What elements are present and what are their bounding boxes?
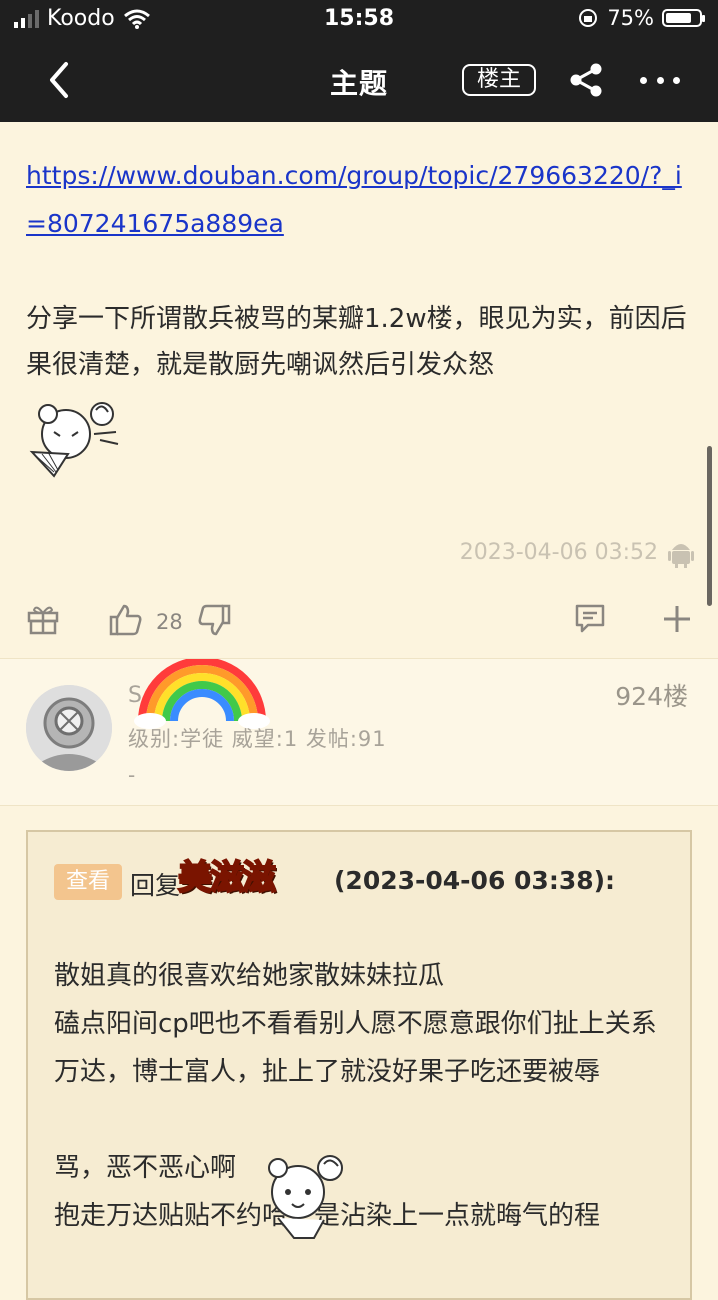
quote-line: 散姐真的很喜欢给她家散妹妹拉瓜 xyxy=(54,961,445,991)
chibi-sticker-icon xyxy=(29,402,119,478)
quote-date: (2023-04-06 03:38): xyxy=(334,866,616,895)
owner-only-button[interactable]: 楼主 xyxy=(462,64,536,96)
view-quote-button[interactable]: 查看 xyxy=(54,864,122,900)
user-signature: - xyxy=(128,763,136,787)
thumbs-down-icon[interactable] xyxy=(196,602,232,638)
quoted-username[interactable]: 美滋滋 xyxy=(177,850,277,899)
share-icon[interactable] xyxy=(566,60,606,100)
battery-icon xyxy=(662,9,705,27)
status-right: 75% xyxy=(577,6,705,30)
rainbow-icon xyxy=(134,659,270,729)
top-bar: Koodo 15:58 75% 主题 楼主 xyxy=(0,0,718,122)
battery-percent: 75% xyxy=(607,6,654,30)
post-link[interactable]: https://www.douban.com/group/topic/27966… xyxy=(26,152,696,248)
post-timestamp: 2023-04-06 03:52 xyxy=(459,540,658,565)
avatar[interactable] xyxy=(26,685,112,771)
quote-box: 查看 回复 美滋滋 (2023-04-06 03:38): 散姐真的很喜欢给她家… xyxy=(26,830,692,1300)
more-options-icon[interactable] xyxy=(640,60,680,100)
comment-icon[interactable] xyxy=(574,602,606,634)
rotation-lock-icon xyxy=(579,9,598,27)
quote-line: 骂，恶不恶心啊 xyxy=(54,1153,237,1183)
post-paragraph: 分享一下所谓散兵被骂的某瓣1.2w楼，眼见为实，前因后果很清楚，就是散厨先嘲讽然… xyxy=(26,304,687,380)
reply-prefix: 回复 xyxy=(130,871,181,900)
navigation-bar: 主题 楼主 xyxy=(0,40,718,122)
quote-line: 磕点阳间cp吧也不看看别人愿不愿意跟你们扯上关系 xyxy=(54,1009,657,1039)
quote-text: 散姐真的很喜欢给她家散妹妹拉瓜 磕点阳间cp吧也不看看别人愿不愿意跟你们扯上关系… xyxy=(54,952,674,1240)
android-icon xyxy=(668,544,694,568)
thumbs-up-icon[interactable] xyxy=(108,602,144,638)
post-actions: 28 xyxy=(0,596,718,652)
chibi-sticker-icon xyxy=(268,1155,343,1239)
add-icon[interactable] xyxy=(660,602,694,636)
gift-icon[interactable] xyxy=(26,602,60,636)
reply-header: S 级别:学徒 威望:1 发帖:91 - 924楼 xyxy=(0,658,718,806)
like-count: 28 xyxy=(156,610,183,634)
status-bar: Koodo 15:58 75% xyxy=(0,0,718,40)
floor-number: 924楼 xyxy=(615,682,688,711)
scrollbar[interactable] xyxy=(707,446,712,606)
user-stats: 级别:学徒 威望:1 发帖:91 xyxy=(128,727,387,751)
quote-line: 万达，博士富人，扯上了就没好果子吃还要被辱 xyxy=(54,1057,601,1087)
quote-line: 抱走万达贴贴不约哈，是沾染上一点就晦气的程 xyxy=(54,1201,601,1231)
page-title: 主题 xyxy=(329,67,388,100)
